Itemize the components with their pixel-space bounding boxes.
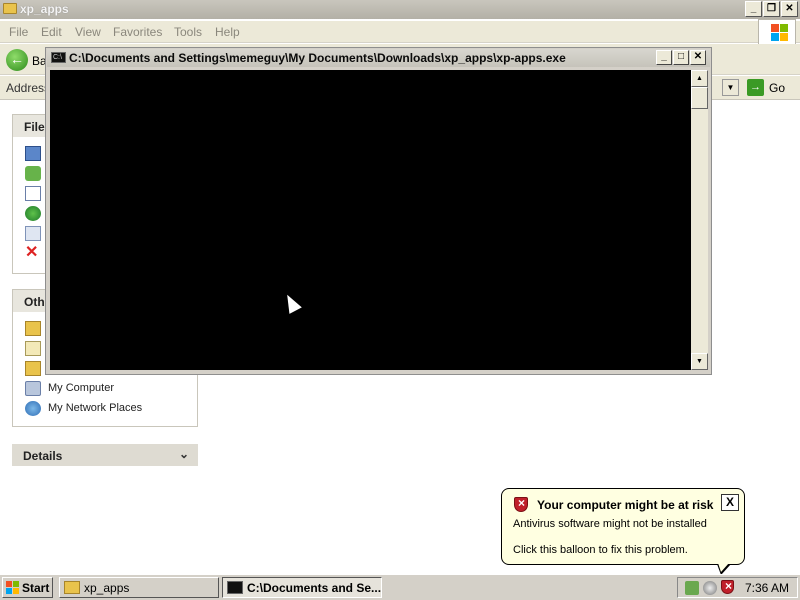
scroll-up-icon[interactable]: ▲ (691, 70, 708, 87)
folder-icon (25, 361, 41, 376)
clock[interactable]: 7:36 AM (745, 581, 789, 595)
scroll-down-icon[interactable]: ▼ (691, 353, 708, 370)
taskbar-label: xp_apps (84, 581, 130, 595)
system-tray: 7:36 AM (677, 577, 798, 598)
menu-bar: File Edit View Favorites Tools Help (0, 21, 800, 43)
balloon-tail-fill (718, 563, 729, 572)
security-shield-icon (514, 496, 528, 512)
console-close-button[interactable]: ✕ (690, 50, 706, 65)
globe-icon (25, 206, 41, 221)
go-button-label[interactable]: Go (769, 81, 785, 95)
balloon-instruction: Click this balloon to fix this problem. (513, 544, 688, 556)
menu-tools[interactable]: Tools (174, 25, 202, 39)
details-panel[interactable]: Details ⌄ (12, 444, 198, 466)
console-titlebar[interactable]: C:\ C:\Documents and Settings\memeguy\My… (47, 49, 710, 67)
explorer-titlebar[interactable]: xp_apps _ ❐ ✕ (0, 0, 800, 19)
explorer-title: xp_apps (20, 2, 69, 16)
email-icon (25, 226, 41, 241)
windows-logo-icon (6, 581, 19, 594)
go-arrow-icon[interactable]: → (747, 79, 764, 96)
rename-icon (25, 146, 41, 161)
network-icon (25, 401, 41, 416)
computer-icon (25, 381, 41, 396)
documents-icon (25, 341, 41, 356)
folder-icon (3, 3, 17, 14)
start-label: Start (22, 581, 50, 595)
address-dropdown-icon[interactable]: ▼ (722, 79, 739, 96)
my-network-places-label: My Network Places (48, 402, 143, 414)
move-icon (25, 166, 41, 181)
console-icon (227, 581, 243, 594)
console-scrollbar[interactable]: ▲ ▼ (691, 70, 708, 370)
console-window: C:\ C:\Documents and Settings\memeguy\My… (45, 47, 712, 375)
menu-view[interactable]: View (75, 25, 101, 39)
network-tray-icon[interactable] (685, 581, 699, 595)
copy-icon (25, 186, 41, 201)
folder-icon (25, 321, 41, 336)
taskbar: Start xp_apps C:\Documents and Se... 7:3… (0, 574, 800, 600)
back-arrow-icon[interactable]: ← (6, 49, 28, 71)
scroll-thumb[interactable] (691, 87, 708, 109)
balloon-title: Your computer might be at risk (537, 498, 714, 512)
menu-file[interactable]: File (9, 25, 28, 39)
console-maximize-button[interactable]: □ (673, 50, 689, 65)
restore-button[interactable]: ❐ (763, 1, 780, 17)
place-item-my-computer[interactable]: My Computer (25, 380, 195, 398)
place-item-network[interactable]: My Network Places (25, 400, 195, 418)
chevron-down-icon[interactable]: ⌄ (179, 447, 189, 461)
address-label: Address (6, 81, 51, 95)
taskbar-button-xp-apps[interactable]: xp_apps (59, 577, 219, 598)
start-button[interactable]: Start (2, 577, 53, 598)
minimize-button[interactable]: _ (745, 1, 762, 17)
security-alert-icon[interactable] (721, 579, 734, 594)
folder-icon (64, 581, 80, 594)
console-title: C:\Documents and Settings\memeguy\My Doc… (69, 51, 566, 65)
taskbar-label: C:\Documents and Se... (247, 581, 382, 595)
balloon-message: Antivirus software might not be installe… (513, 518, 707, 530)
details-header[interactable]: Details (12, 444, 198, 466)
console-icon: C:\ (51, 52, 66, 63)
console-output[interactable] (50, 70, 691, 370)
security-balloon[interactable]: Your computer might be at risk X Antivir… (501, 488, 745, 565)
taskbar-button-console[interactable]: C:\Documents and Se... (222, 577, 382, 598)
delete-icon: ✕ (25, 244, 39, 261)
windows-logo-icon (758, 19, 796, 45)
console-minimize-button[interactable]: _ (656, 50, 672, 65)
volume-tray-icon[interactable] (703, 581, 717, 595)
close-button[interactable]: ✕ (781, 1, 798, 17)
menu-favorites[interactable]: Favorites (113, 25, 162, 39)
menu-help[interactable]: Help (215, 25, 240, 39)
my-computer-label: My Computer (48, 382, 115, 394)
menu-edit[interactable]: Edit (41, 25, 62, 39)
balloon-close-button[interactable]: X (721, 494, 739, 511)
